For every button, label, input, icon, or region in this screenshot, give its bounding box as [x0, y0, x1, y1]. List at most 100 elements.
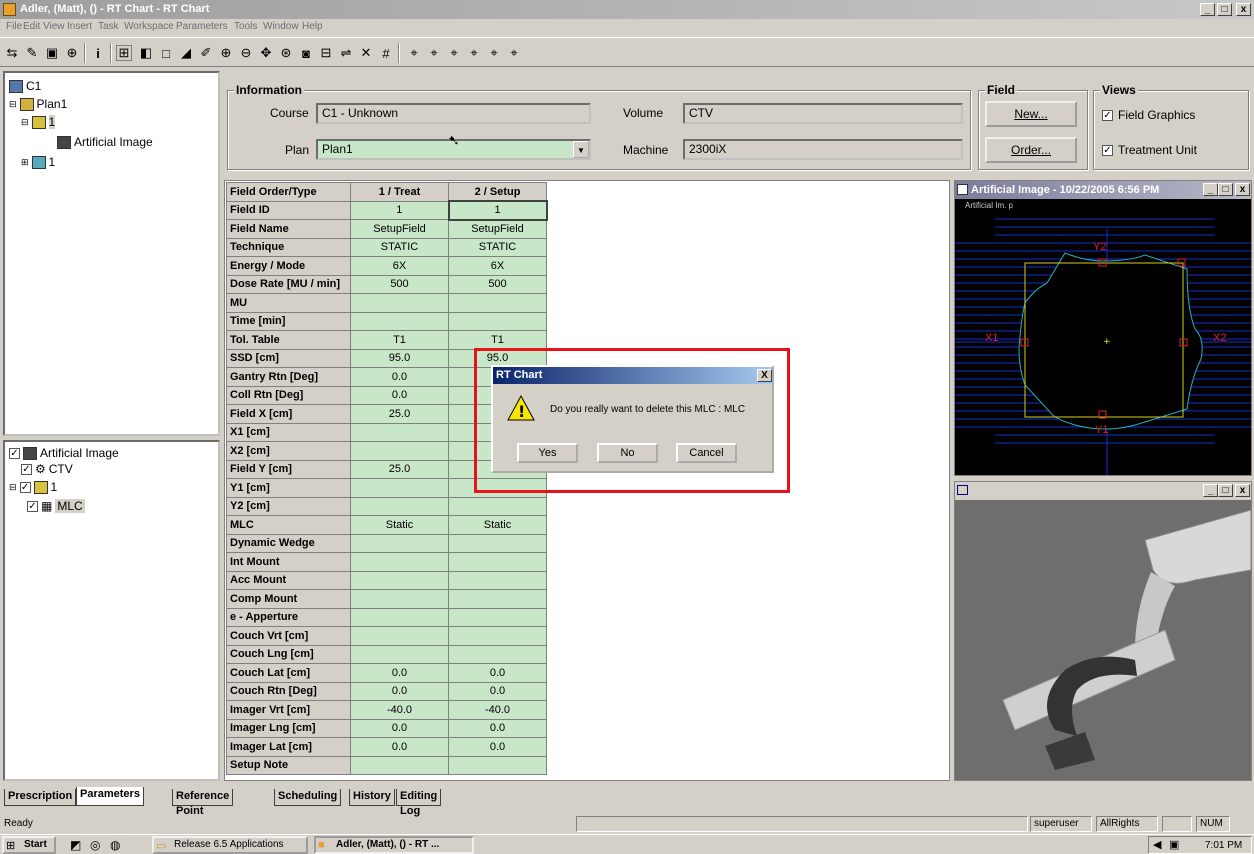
field-2-value[interactable] — [448, 589, 547, 609]
field-1-value[interactable] — [350, 533, 449, 553]
field-2-value[interactable]: 6X — [448, 256, 547, 276]
grid-icon[interactable]: # — [378, 45, 394, 61]
field-1-value[interactable] — [350, 441, 449, 461]
field-rotate-icon[interactable]: ⌖ — [506, 45, 522, 61]
field-1-value[interactable] — [350, 496, 449, 516]
field-graphics-toggle[interactable]: ✓ Field Graphics — [1102, 108, 1195, 122]
open-patient-icon[interactable]: ⇆ — [4, 45, 20, 61]
explorer-icon[interactable]: ◍ — [110, 838, 120, 852]
field-1-value[interactable] — [350, 570, 449, 590]
tree-field-bottom[interactable]: ⊟ ✓ 1 — [9, 480, 57, 494]
tab-prescription[interactable]: Prescription — [4, 789, 77, 806]
tab-history[interactable]: History — [349, 789, 395, 806]
field-1-value[interactable]: T1 — [350, 330, 449, 350]
field-1-value[interactable]: Static — [350, 515, 449, 535]
field-1-value[interactable]: SetupField — [350, 219, 449, 239]
close-button[interactable]: x — [1235, 183, 1250, 196]
order-field-button[interactable]: Order... — [985, 137, 1077, 163]
tree-mlc[interactable]: ✓ ▦ MLC — [27, 499, 85, 513]
field-1-value[interactable] — [350, 311, 449, 331]
field-1-value[interactable]: 6X — [350, 256, 449, 276]
tree-artificial-image[interactable]: ✓ Artificial Image — [9, 446, 119, 460]
tree-field-2[interactable]: ⊞ 1 — [21, 155, 55, 169]
field-1-value[interactable] — [350, 422, 449, 442]
layout-icon[interactable]: ⊟ — [318, 45, 334, 61]
header-field-1[interactable]: 1 / Treat — [350, 182, 449, 202]
close-button[interactable]: x — [1235, 484, 1250, 497]
tree-plan[interactable]: ⊟ Plan1 — [9, 97, 67, 111]
chevron-down-icon[interactable]: ▼ — [573, 141, 589, 158]
field-1-value[interactable]: 25.0 — [350, 459, 449, 479]
field-1-value[interactable] — [350, 607, 449, 627]
volume-icon[interactable]: ◀ — [1153, 838, 1161, 851]
checkbox[interactable]: ✓ — [1102, 109, 1113, 121]
checkbox[interactable]: ✓ — [9, 447, 20, 459]
field-2-value[interactable]: 0.0 — [448, 681, 547, 701]
field-2-value[interactable]: Static — [448, 515, 547, 535]
tree-image[interactable]: Artificial Image — [57, 135, 153, 149]
maximize-button[interactable]: □ — [1217, 3, 1232, 16]
field-2-value[interactable]: 0.0 — [448, 663, 547, 683]
field-2-value[interactable] — [448, 626, 547, 646]
field-1-value[interactable]: 0.0 — [350, 718, 449, 738]
cross-icon[interactable]: ✕ — [358, 45, 374, 61]
zoom-in-icon[interactable]: ⊕ — [218, 45, 234, 61]
field-2-value[interactable]: T1 — [448, 330, 547, 350]
zoom-out-icon[interactable]: ⊖ — [238, 45, 254, 61]
show-desktop-icon[interactable]: ◩ — [70, 838, 81, 852]
minimize-button[interactable]: _ — [1200, 3, 1215, 16]
field-1-value[interactable] — [350, 552, 449, 572]
field-1-value[interactable]: 0.0 — [350, 367, 449, 387]
field-rotate-icon[interactable]: ⌖ — [426, 45, 442, 61]
draw-icon[interactable]: ◢ — [178, 45, 194, 61]
menu-view[interactable]: View — [43, 21, 65, 32]
tab-reference-point[interactable]: Reference Point — [172, 789, 234, 817]
menu-window[interactable]: Window — [263, 21, 299, 32]
pencil-icon[interactable]: ✐ — [198, 45, 214, 61]
target-icon[interactable]: ⊕ — [64, 45, 80, 61]
field-1-value[interactable]: 25.0 — [350, 404, 449, 424]
pan-icon[interactable]: ✥ — [258, 45, 274, 61]
field-2-value[interactable] — [448, 496, 547, 516]
field-rotate-icon[interactable]: ⌖ — [486, 45, 502, 61]
field-1-value[interactable] — [350, 478, 449, 498]
menu-help[interactable]: Help — [302, 21, 323, 32]
field-2-value[interactable] — [448, 644, 547, 664]
field-1-value[interactable]: STATIC — [350, 237, 449, 257]
tab-editing-log[interactable]: Editing Log — [396, 789, 442, 817]
new-field-button[interactable]: New... — [985, 101, 1077, 127]
field-1-value[interactable]: 0.0 — [350, 663, 449, 683]
open-plan-icon[interactable]: ✎ — [24, 45, 40, 61]
field-2-value[interactable]: 1 — [447, 200, 548, 221]
measure-icon[interactable]: ⇌ — [338, 45, 354, 61]
field-rotate-icon[interactable]: ⌖ — [466, 45, 482, 61]
taskbar-folder-button[interactable]: Release 6.5 Applications — [152, 836, 308, 854]
checkbox[interactable]: ✓ — [27, 500, 38, 512]
checkbox[interactable]: ✓ — [21, 463, 32, 475]
field-2-value[interactable] — [448, 570, 547, 590]
maximize-button[interactable]: □ — [1218, 484, 1233, 497]
info-icon[interactable]: i — [90, 45, 106, 61]
menu-edit[interactable]: Edit — [23, 21, 40, 32]
field-1-value[interactable]: 0.0 — [350, 737, 449, 757]
rectangle-icon[interactable]: □ — [158, 45, 174, 61]
treatment-unit-toggle[interactable]: ✓ Treatment Unit — [1102, 143, 1197, 157]
volume-field[interactable]: CTV — [683, 103, 963, 124]
tab-parameters[interactable]: Parameters — [76, 787, 144, 806]
window-level-icon[interactable]: ◙ — [298, 45, 314, 61]
field-2-value[interactable]: 500 — [448, 274, 547, 294]
field-1-value[interactable]: 500 — [350, 274, 449, 294]
field-rotate-icon[interactable]: ⌖ — [406, 45, 422, 61]
network-icon[interactable]: ▣ — [1169, 838, 1179, 851]
taskbar-app-button[interactable]: Adler, (Matt), () - RT ... — [314, 836, 474, 854]
close-button[interactable]: x — [1236, 3, 1251, 16]
machine-field[interactable]: 2300iX — [683, 139, 963, 160]
field-2-value[interactable]: SetupField — [448, 219, 547, 239]
field-2-value[interactable]: 0.0 — [448, 718, 547, 738]
field-icon[interactable]: ◧ — [138, 45, 154, 61]
field-2-value[interactable]: STATIC — [448, 237, 547, 257]
field-1-value[interactable]: 1 — [350, 200, 449, 220]
field-1-value[interactable] — [350, 644, 449, 664]
checkbox[interactable]: ✓ — [19, 481, 31, 493]
field-1-value[interactable]: 95.0 — [350, 348, 449, 368]
